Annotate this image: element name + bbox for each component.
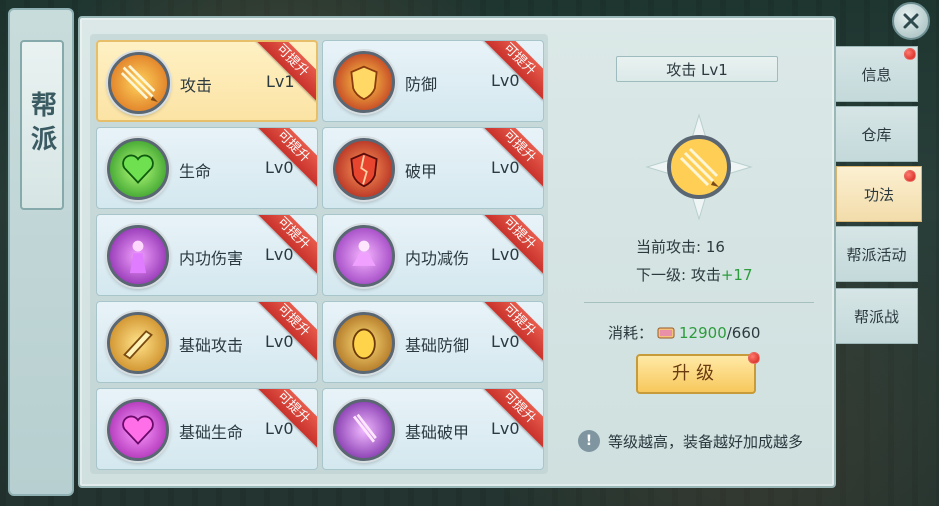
- skill-level: Lv0: [491, 419, 520, 438]
- skill-level: Lv0: [265, 332, 294, 351]
- tab-label: 帮派战: [853, 307, 899, 326]
- skill-name: 生命: [179, 162, 212, 181]
- skill-grid: 攻击 Lv1 可提升 防御 Lv0 可提升 生命 Lv0 可提升 破甲 Lv0 …: [90, 34, 548, 474]
- base-life-icon: [107, 399, 169, 461]
- skill-name: 基础防御: [405, 336, 470, 355]
- upgrade-button[interactable]: 升级: [636, 354, 756, 394]
- tab-warehouse[interactable]: 仓库: [836, 106, 918, 162]
- detail-title-plaque: 攻击 Lv1: [616, 56, 778, 82]
- guild-title: 帮派: [26, 91, 57, 159]
- skill-name: 内功伤害: [179, 249, 244, 268]
- next-level-bonus: +17: [720, 266, 753, 284]
- upgradable-badge: 可提升: [251, 42, 316, 102]
- close-button[interactable]: [892, 2, 930, 40]
- main-panel: 攻击 Lv1 可提升 防御 Lv0 可提升 生命 Lv0 可提升 破甲 Lv0 …: [78, 16, 836, 488]
- broken-shield-icon: [333, 138, 395, 200]
- skill-name: 攻击: [180, 76, 213, 95]
- current-stat-label: 当前攻击:: [636, 238, 702, 256]
- base-attack-icon: [107, 312, 169, 374]
- tab-label: 仓库: [861, 125, 892, 144]
- skill-level: Lv0: [491, 245, 520, 264]
- skill-card-inner-defense[interactable]: 内功减伤 Lv0 可提升: [322, 214, 544, 296]
- skill-level: Lv0: [265, 158, 294, 177]
- tab-info-notification-dot: [904, 48, 916, 60]
- skill-card-base-armor-break[interactable]: 基础破甲 Lv0 可提升: [322, 388, 544, 470]
- guild-banner: 帮派: [8, 8, 74, 496]
- guild-title-plaque: 帮派: [20, 40, 64, 210]
- skill-level: Lv0: [491, 158, 520, 177]
- tab-skills-notification-dot: [904, 170, 916, 182]
- tab-guild-war[interactable]: 帮派战: [836, 288, 918, 344]
- close-icon: [903, 13, 919, 29]
- skill-name: 基础破甲: [405, 423, 470, 442]
- skill-level: Lv0: [265, 419, 294, 438]
- cost-label: 消耗：: [608, 324, 654, 342]
- current-stat-value: 16: [705, 238, 725, 256]
- detail-divider: [584, 302, 814, 303]
- exclamation-icon: !: [578, 430, 600, 452]
- tab-label: 信息: [861, 65, 892, 84]
- cost-have: 12900: [679, 323, 727, 342]
- tip-row: ! 等级越高，装备越好加成越多: [578, 430, 803, 452]
- skill-name: 破甲: [405, 162, 438, 181]
- skill-name: 防御: [405, 75, 438, 94]
- skill-name: 内功减伤: [405, 249, 470, 268]
- selected-skill-emblem: [645, 113, 753, 221]
- skill-level: Lv0: [491, 332, 520, 351]
- base-defense-icon: [333, 312, 395, 374]
- shield-icon: [333, 51, 395, 113]
- inner-power-attack-icon: [107, 225, 169, 287]
- detail-title: 攻击 Lv1: [666, 60, 728, 79]
- skill-name: 基础生命: [179, 423, 244, 442]
- cost-need: /660: [726, 323, 761, 342]
- skill-card-base-life[interactable]: 基础生命 Lv0 可提升: [96, 388, 318, 470]
- current-stat: 当前攻击: 16: [636, 236, 725, 257]
- inner-power-defense-icon: [333, 225, 395, 287]
- scroll-currency-icon: [657, 327, 675, 338]
- tip-text: 等级越高，装备越好加成越多: [608, 432, 804, 451]
- skill-card-base-defense[interactable]: 基础防御 Lv0 可提升: [322, 301, 544, 383]
- upgrade-notification-dot: [748, 352, 760, 364]
- skill-card-armor-break[interactable]: 破甲 Lv0 可提升: [322, 127, 544, 209]
- tab-label: 帮派活动: [846, 245, 907, 264]
- skill-card-defense[interactable]: 防御 Lv0 可提升: [322, 40, 544, 122]
- base-armor-break-icon: [333, 399, 395, 461]
- next-level-stat: 下一级: 攻击+17: [636, 264, 752, 285]
- cost-row: 消耗： 12900 /660: [608, 322, 760, 343]
- skill-card-inner-attack[interactable]: 内功伤害 Lv0 可提升: [96, 214, 318, 296]
- spear-icon: [108, 52, 170, 114]
- tab-label: 功法: [863, 185, 894, 204]
- heart-icon: [107, 138, 169, 200]
- skill-name: 基础攻击: [179, 336, 244, 355]
- skill-card-attack[interactable]: 攻击 Lv1 可提升: [96, 40, 318, 122]
- skill-level: Lv0: [491, 71, 520, 90]
- skill-level: Lv0: [265, 245, 294, 264]
- next-level-label: 下一级: 攻击: [636, 266, 721, 284]
- tab-guild-activities[interactable]: 帮派活动: [836, 226, 918, 282]
- skill-card-life[interactable]: 生命 Lv0 可提升: [96, 127, 318, 209]
- skill-card-base-attack[interactable]: 基础攻击 Lv0 可提升: [96, 301, 318, 383]
